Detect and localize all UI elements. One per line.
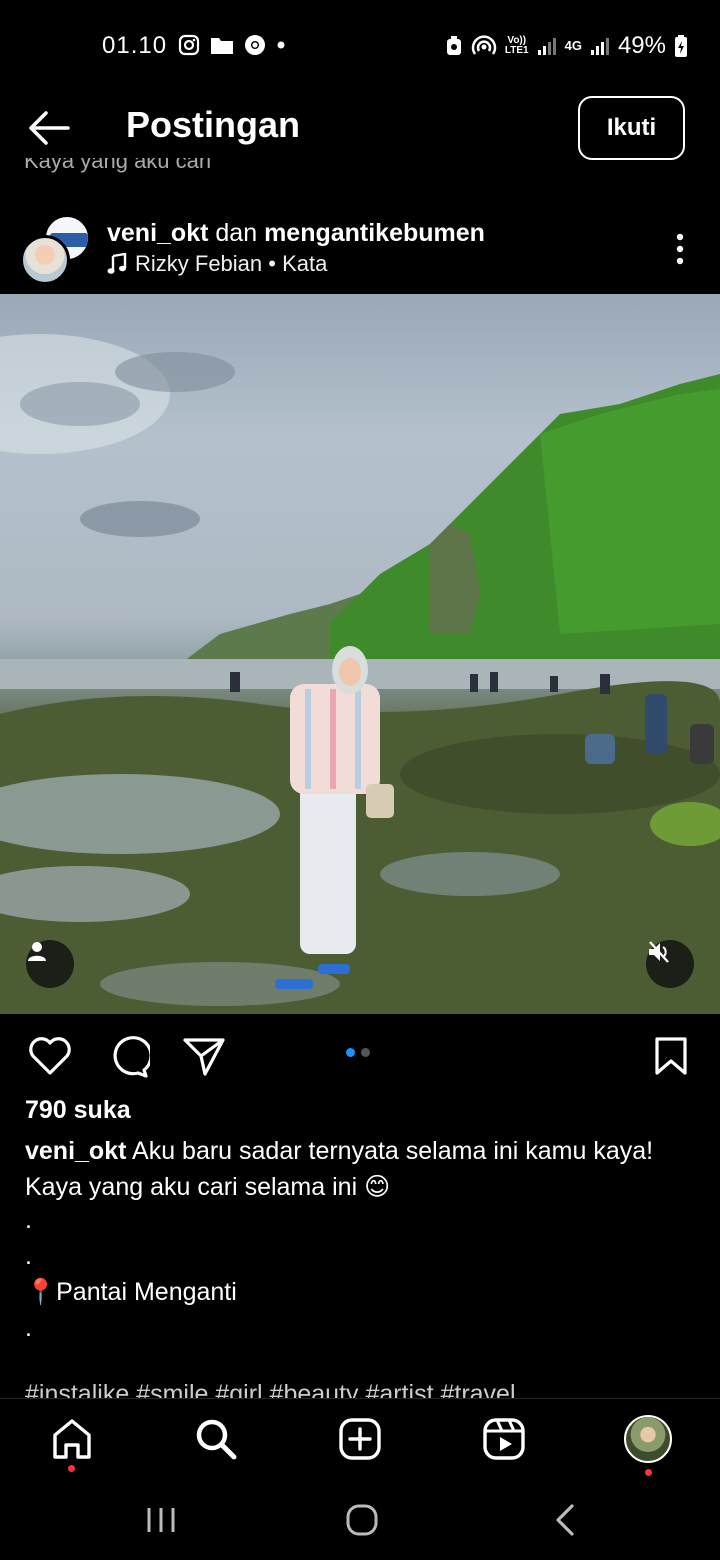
post-header: veni_okt dan mengantikebumen Rizky Febia… <box>0 205 720 291</box>
post-authors: veni_okt dan mengantikebumen <box>107 219 485 248</box>
status-bar: 01.10 Vo)) LTE1 4G 49% <box>0 0 720 90</box>
battery-percent: 49% <box>617 32 666 59</box>
author-connector: dan <box>215 219 258 247</box>
caption-author[interactable]: veni_okt <box>25 1137 126 1165</box>
previous-caption-text: Kaya yang aku cari <box>24 158 212 173</box>
home-notification-dot <box>68 1465 75 1472</box>
heart-icon[interactable] <box>28 1036 72 1076</box>
author-link-1[interactable]: veni_okt <box>107 219 208 247</box>
hotspot-icon <box>471 35 497 55</box>
signal-icon-2 <box>590 38 609 55</box>
lte-label: LTE1 <box>504 45 529 56</box>
post-actions <box>0 1014 720 1098</box>
avatar-veni-okt[interactable] <box>20 235 70 285</box>
plus-square-icon[interactable] <box>338 1417 382 1461</box>
carousel-dot-active <box>346 1048 355 1057</box>
network-type: 4G <box>564 38 582 53</box>
recycle-icon <box>446 36 461 55</box>
music-note-icon <box>107 253 127 274</box>
post-image[interactable] <box>0 294 720 1014</box>
page-title: Postingan <box>126 104 301 145</box>
follow-button[interactable]: Ikuti <box>578 96 685 160</box>
caption-dot-2: . <box>25 1242 32 1270</box>
folder-icon <box>211 38 233 54</box>
beach-scene-illustration <box>0 334 720 1014</box>
search-icon[interactable] <box>194 1417 238 1461</box>
previous-caption-fragment: Kaya yang aku cari <box>24 158 224 176</box>
bottom-navigation <box>0 1398 720 1484</box>
caption-hashtags-clipped: #instalike #smile #girl #beauty #artist … <box>25 1380 665 1398</box>
carousel-indicator <box>346 1048 370 1057</box>
carousel-dot <box>361 1048 370 1057</box>
tagged-users-button[interactable] <box>26 940 74 988</box>
status-system-icons: Vo)) LTE1 4G 49% <box>445 32 688 60</box>
author-link-2[interactable]: mengantikebumen <box>264 219 485 247</box>
volte-indicator: Vo)) LTE1 <box>505 36 529 56</box>
reels-icon[interactable] <box>482 1417 526 1461</box>
profile-notification-dot <box>645 1469 652 1476</box>
mute-audio-button[interactable] <box>646 940 694 988</box>
back-arrow-icon[interactable] <box>26 108 72 148</box>
likes-count[interactable]: 790 suka <box>25 1096 131 1125</box>
profile-avatar <box>624 1415 672 1463</box>
music-attribution[interactable]: Rizky Febian • Kata <box>107 251 327 277</box>
profile-tab[interactable] <box>624 1415 672 1463</box>
system-back-icon[interactable] <box>550 1502 580 1538</box>
status-time: 01.10 <box>102 32 168 59</box>
home-button-icon[interactable] <box>344 1502 380 1538</box>
signal-icon <box>537 38 556 55</box>
send-icon[interactable] <box>183 1036 225 1076</box>
chrome-icon <box>245 35 265 55</box>
speaker-muted-icon <box>649 941 669 963</box>
home-icon[interactable] <box>50 1417 94 1461</box>
system-navigation-bar <box>0 1484 720 1560</box>
collab-avatars[interactable] <box>20 215 92 287</box>
music-label: Rizky Febian • Kata <box>135 251 328 276</box>
more-vertical-icon[interactable] <box>664 229 696 269</box>
comment-icon[interactable] <box>106 1036 150 1078</box>
more-notifications-dot-icon <box>277 41 285 49</box>
status-notification-icons <box>178 34 286 56</box>
post-caption: veni_okt Aku baru sadar ternyata selama … <box>25 1133 695 1205</box>
caption-hashtags[interactable]: #instalike #smile #girl #beauty #artist … <box>25 1380 665 1398</box>
battery-charging-icon <box>675 35 687 57</box>
caption-dot-3: . <box>25 1314 32 1342</box>
instagram-icon <box>178 34 200 56</box>
bookmark-icon[interactable] <box>654 1036 688 1076</box>
recent-apps-icon[interactable] <box>144 1502 178 1538</box>
caption-location: 📍Pantai Menganti <box>25 1278 237 1306</box>
caption-dot-1: . <box>25 1206 32 1234</box>
user-icon <box>28 942 46 961</box>
